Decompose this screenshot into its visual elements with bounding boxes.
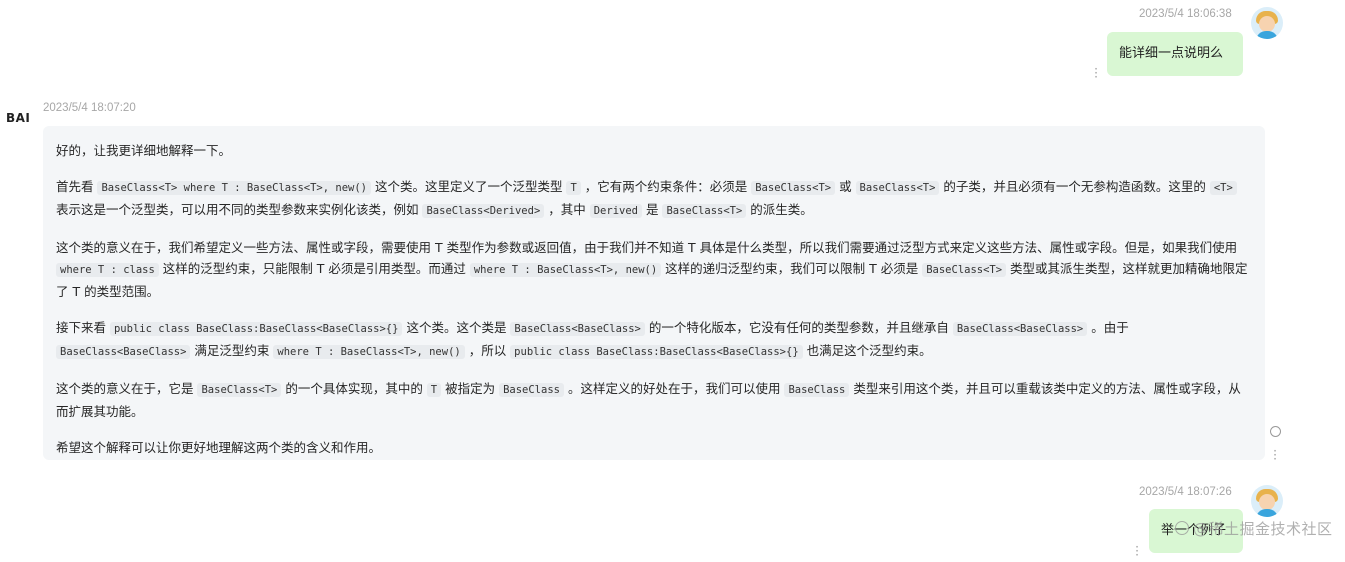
message-timestamp: 2023/5/4 18:07:26 [1139, 486, 1232, 498]
inline-code: BaseClass<BaseClass> [510, 322, 645, 336]
inline-code: BaseClass<T> [197, 383, 282, 397]
bot-paragraph: 首先看 BaseClass<T> where T : BaseClass<T>,… [56, 176, 1251, 222]
inline-code: BaseClass [784, 383, 850, 397]
inline-code: where T : BaseClass<T>, new() [273, 345, 465, 359]
inline-code: BaseClass<T> [855, 181, 940, 195]
bot-paragraph: 接下来看 public class BaseClass:BaseClass<Ba… [56, 320, 1129, 359]
message-more-icon[interactable]: · · · [1093, 63, 1099, 83]
inline-code: BaseClass<BaseClass> [952, 322, 1088, 336]
inline-code: T [566, 181, 581, 195]
bot-logo: BAI [6, 111, 31, 125]
inline-code: where T : BaseClass<T>, new() [469, 263, 662, 277]
inline-code: BaseClass<T> [922, 263, 1007, 277]
message-timestamp: 2023/5/4 18:06:38 [1139, 8, 1232, 20]
message-timestamp: 2023/5/4 18:07:20 [43, 102, 136, 114]
inline-code: <T> [1209, 181, 1237, 195]
bot-paragraph: 这个类的意义在于，我们希望定义一些方法、属性或字段，需要使用 T 类型作为参数或… [56, 240, 1248, 299]
message-more-icon[interactable]: · · · [1134, 541, 1140, 561]
inline-code: public class BaseClass:BaseClass<BaseCla… [109, 322, 403, 336]
user-message-bubble: 能详细一点说明么 [1107, 32, 1243, 76]
user-avatar [1251, 485, 1283, 517]
inline-code: where T : class [56, 263, 159, 277]
loading-circle-icon [1270, 426, 1281, 437]
bot-message-bubble: 好的，让我更详细地解释一下。 首先看 BaseClass<T> where T … [43, 126, 1265, 460]
bot-paragraph: 好的，让我更详细地解释一下。 [56, 143, 232, 158]
user-avatar [1251, 7, 1283, 39]
inline-code: public class BaseClass:BaseClass<BaseCla… [510, 345, 803, 359]
bot-paragraph: 这个类的意义在于，它是 BaseClass<T> 的一个具体实现，其中的 T 被… [56, 381, 1241, 419]
inline-code: BaseClass<BaseClass> [56, 345, 191, 359]
watermark: @稀土掘金技术社区 [1175, 518, 1333, 539]
bot-paragraph: 希望这个解释可以让你更好地理解这两个类的含义和作用。 [56, 440, 382, 455]
message-more-icon[interactable]: · · · [1272, 445, 1278, 465]
inline-code: BaseClass<T> where T : BaseClass<T>, new… [97, 181, 371, 195]
inline-code: BaseClass<T> [751, 181, 836, 195]
inline-code: BaseClass [499, 383, 564, 397]
inline-code: Derived [589, 204, 642, 218]
inline-code: BaseClass<T> [662, 204, 747, 218]
juejin-logo-icon [1175, 521, 1189, 535]
inline-code: BaseClass<Derived> [422, 204, 545, 218]
inline-code: T [426, 383, 442, 397]
